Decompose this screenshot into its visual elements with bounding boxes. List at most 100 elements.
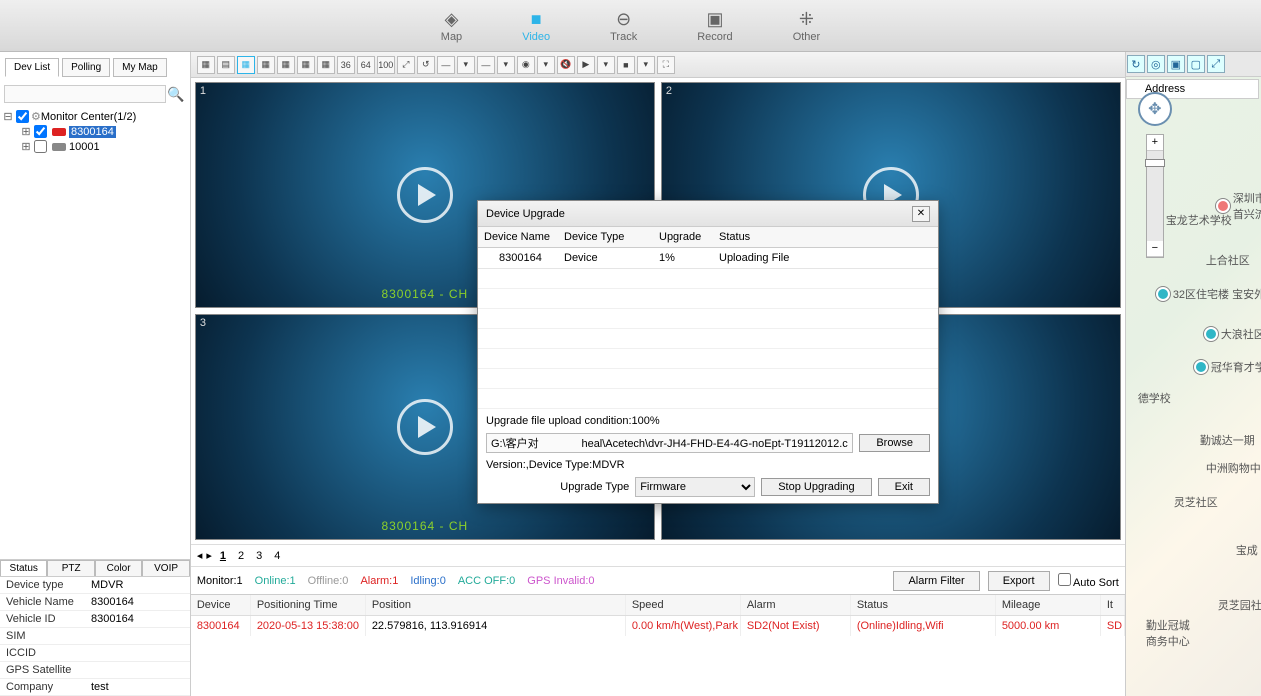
tab-ptz[interactable]: PTZ <box>47 560 94 576</box>
col-position[interactable]: Position <box>366 595 626 615</box>
tab-status[interactable]: Status <box>0 560 47 576</box>
stat-offline: Offline:0 <box>308 575 349 587</box>
nav-label: Video <box>522 31 550 43</box>
tree-checkbox[interactable] <box>34 125 47 138</box>
pager-next-icon[interactable]: ▸ <box>206 549 212 562</box>
toolbar-button[interactable]: 🔇 <box>557 56 575 74</box>
tab-color[interactable]: Color <box>95 560 142 576</box>
gear-icon: ⚙ <box>31 110 41 123</box>
export-button[interactable]: Export <box>988 571 1050 591</box>
browse-button[interactable]: Browse <box>859 434 930 452</box>
tree-root-label[interactable]: Monitor Center(1/2) <box>41 111 136 123</box>
map-poi[interactable]: 中洲购物中 <box>1206 460 1261 476</box>
tab-devlist[interactable]: Dev List <box>5 58 59 77</box>
play-icon[interactable] <box>397 167 453 223</box>
toolbar-button[interactable]: ▦ <box>197 56 215 74</box>
toolbar-button[interactable]: ▦ <box>317 56 335 74</box>
tab-polling[interactable]: Polling <box>62 58 110 77</box>
col-mileage[interactable]: Mileage <box>996 595 1101 615</box>
zoom-slider[interactable] <box>1147 151 1163 241</box>
tree-expand-icon[interactable]: ⊞ <box>20 140 32 153</box>
col-speed[interactable]: Speed <box>626 595 741 615</box>
toolbar-button[interactable]: ⛶ <box>657 56 675 74</box>
toolbar-button[interactable]: ▤ <box>217 56 235 74</box>
exit-button[interactable]: Exit <box>878 478 930 496</box>
toolbar-button[interactable]: ▦ <box>237 56 255 74</box>
tree-expand-icon[interactable]: ⊞ <box>20 125 32 138</box>
map-tool-icon[interactable]: ▣ <box>1167 55 1185 73</box>
toolbar-button[interactable]: ▶ <box>577 56 595 74</box>
zoom-in-button[interactable]: + <box>1147 135 1163 151</box>
map-poi[interactable]: 宝龙艺术学校 <box>1166 212 1232 228</box>
page-tab[interactable]: 2 <box>234 550 248 562</box>
nav-track[interactable]: ⊖Track <box>610 9 637 43</box>
play-icon[interactable] <box>397 399 453 455</box>
col-time[interactable]: Positioning Time <box>251 595 366 615</box>
tree-checkbox[interactable] <box>16 110 29 123</box>
file-path-input[interactable] <box>486 433 853 453</box>
table-row[interactable]: 8300164 Device 1% Uploading File <box>478 248 938 269</box>
autosort-toggle[interactable]: Auto Sort <box>1058 573 1119 589</box>
search-input[interactable] <box>4 85 166 103</box>
col-status[interactable]: Status <box>851 595 996 615</box>
toolbar-button[interactable]: ■ <box>617 56 635 74</box>
map-poi[interactable]: 勤业冠城商务中心 <box>1146 617 1190 649</box>
toolbar-button[interactable]: ▦ <box>297 56 315 74</box>
map-tool-icon[interactable]: ▢ <box>1187 55 1205 73</box>
toolbar-button[interactable]: 64 <box>357 56 375 74</box>
alarm-filter-button[interactable]: Alarm Filter <box>893 571 979 591</box>
toolbar-button[interactable]: ▦ <box>257 56 275 74</box>
map-poi[interactable]: 德学校 <box>1138 390 1171 406</box>
tree-checkbox[interactable] <box>34 140 47 153</box>
map-tool-icon[interactable]: ◎ <box>1147 55 1165 73</box>
page-tab[interactable]: 1 <box>216 550 230 562</box>
toolbar-button[interactable]: ▦ <box>277 56 295 74</box>
pager-prev-icon[interactable]: ◂ <box>197 549 203 562</box>
stop-upgrading-button[interactable]: Stop Upgrading <box>761 478 871 496</box>
toolbar-button[interactable]: ⤢ <box>397 56 415 74</box>
tree-device-label[interactable]: 10001 <box>69 141 100 153</box>
map-tool-icon[interactable]: ↻ <box>1127 55 1145 73</box>
map-poi[interactable]: 冠华育才学校 <box>1194 359 1261 375</box>
close-icon[interactable]: ✕ <box>912 206 930 222</box>
toolbar-button[interactable]: — <box>437 56 455 74</box>
compass-icon[interactable]: ✥ <box>1138 92 1172 126</box>
col-it[interactable]: It <box>1101 595 1125 615</box>
nav-map[interactable]: ◈Map <box>441 9 462 43</box>
tab-voip[interactable]: VOIP <box>142 560 189 576</box>
page-tab[interactable]: 4 <box>270 550 284 562</box>
nav-other[interactable]: ⁜Other <box>793 9 821 43</box>
toolbar-button[interactable]: — <box>477 56 495 74</box>
toolbar-button[interactable]: ▾ <box>597 56 615 74</box>
col-device[interactable]: Device <box>191 595 251 615</box>
toolbar-button[interactable]: 100 <box>377 56 395 74</box>
autosort-checkbox[interactable] <box>1058 573 1071 586</box>
toolbar-button[interactable]: ▾ <box>537 56 555 74</box>
toolbar-button[interactable]: 36 <box>337 56 355 74</box>
nav-record[interactable]: ▣Record <box>697 9 732 43</box>
map-poi[interactable]: 大浪社区 <box>1204 326 1261 342</box>
toolbar-button[interactable]: ▾ <box>457 56 475 74</box>
zoom-out-button[interactable]: − <box>1147 241 1163 257</box>
map-poi[interactable]: 32区住宅楼 宝安外 <box>1156 286 1261 302</box>
zoom-handle[interactable] <box>1145 159 1165 167</box>
page-tab[interactable]: 3 <box>252 550 266 562</box>
toolbar-button[interactable]: ↺ <box>417 56 435 74</box>
map-poi[interactable]: 上合社区 <box>1206 252 1250 268</box>
nav-video[interactable]: ■Video <box>522 9 550 43</box>
toolbar-button[interactable]: ◉ <box>517 56 535 74</box>
col-alarm[interactable]: Alarm <box>741 595 851 615</box>
table-row[interactable]: 8300164 2020-05-13 15:38:00 22.579816, 1… <box>191 616 1125 636</box>
tab-mymap[interactable]: My Map <box>113 58 167 77</box>
upgrade-type-select[interactable]: Firmware <box>635 477 755 497</box>
map-poi[interactable]: 灵芝社区 <box>1174 494 1218 510</box>
search-icon[interactable]: 🔍 <box>166 86 186 103</box>
toolbar-button[interactable]: ▾ <box>497 56 515 74</box>
toolbar-button[interactable]: ▾ <box>637 56 655 74</box>
tree-collapse-icon[interactable]: ⊟ <box>2 110 14 123</box>
map-tool-icon[interactable]: ⤢ <box>1207 55 1225 73</box>
map-poi[interactable]: 勤诚达一期 <box>1200 432 1255 448</box>
map-poi[interactable]: 灵芝园社区 <box>1218 597 1261 613</box>
tree-device-label[interactable]: 8300164 <box>69 126 116 138</box>
map-poi[interactable]: 宝成 <box>1236 542 1258 558</box>
